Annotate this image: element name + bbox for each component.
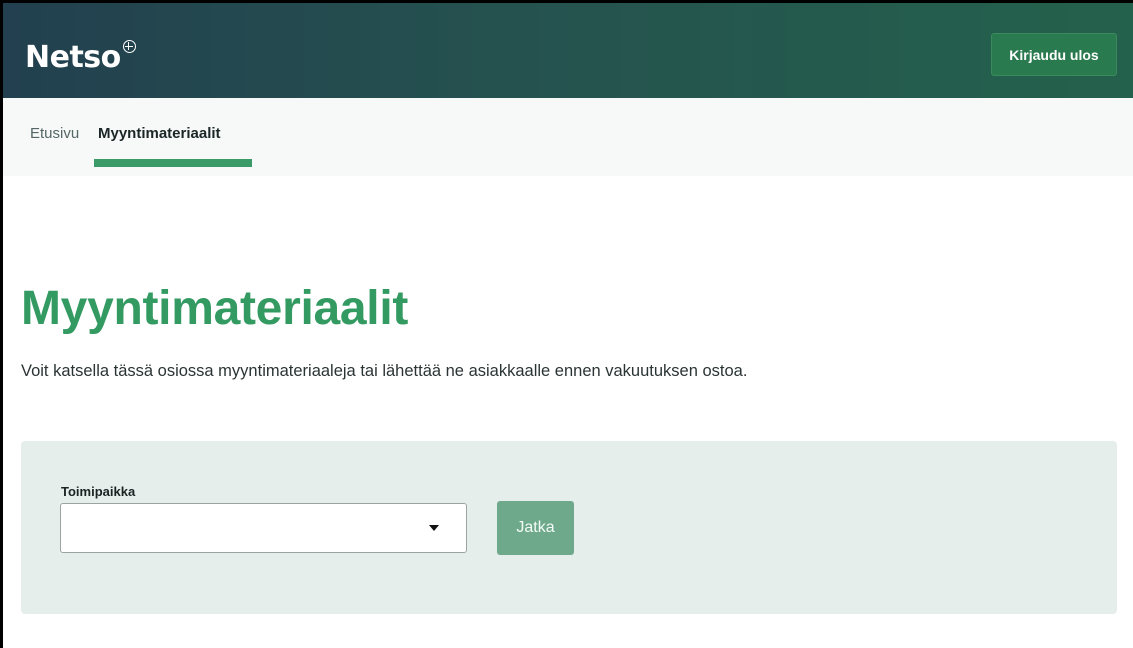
top-bar: Netso Kirjaudu ulos [3,3,1133,98]
main-navigation: Etusivu Myyntimateriaalit [3,98,1133,176]
caret-down-icon [429,525,439,531]
location-select[interactable] [60,503,467,553]
app-frame: Netso Kirjaudu ulos Etusivu Myyntimateri… [0,0,1133,648]
logo-text: Netso [25,40,121,75]
intro-text: Voit katsella tässä osiossa myyntimateri… [21,362,748,380]
nav-item-sales-materials[interactable]: Myyntimateriaalit [98,125,221,142]
active-tab-indicator [94,159,252,167]
continue-button[interactable]: Jatka [497,501,574,555]
nav-item-home[interactable]: Etusivu [30,125,79,142]
location-form-panel: Toimipaikka Jatka [21,441,1117,614]
location-label: Toimipaikka [61,484,136,499]
logo-mark-icon [122,40,136,53]
netso-logo[interactable]: Netso [25,40,136,75]
page-title: Myyntimateriaalit [21,282,409,335]
logout-button[interactable]: Kirjaudu ulos [991,33,1117,76]
